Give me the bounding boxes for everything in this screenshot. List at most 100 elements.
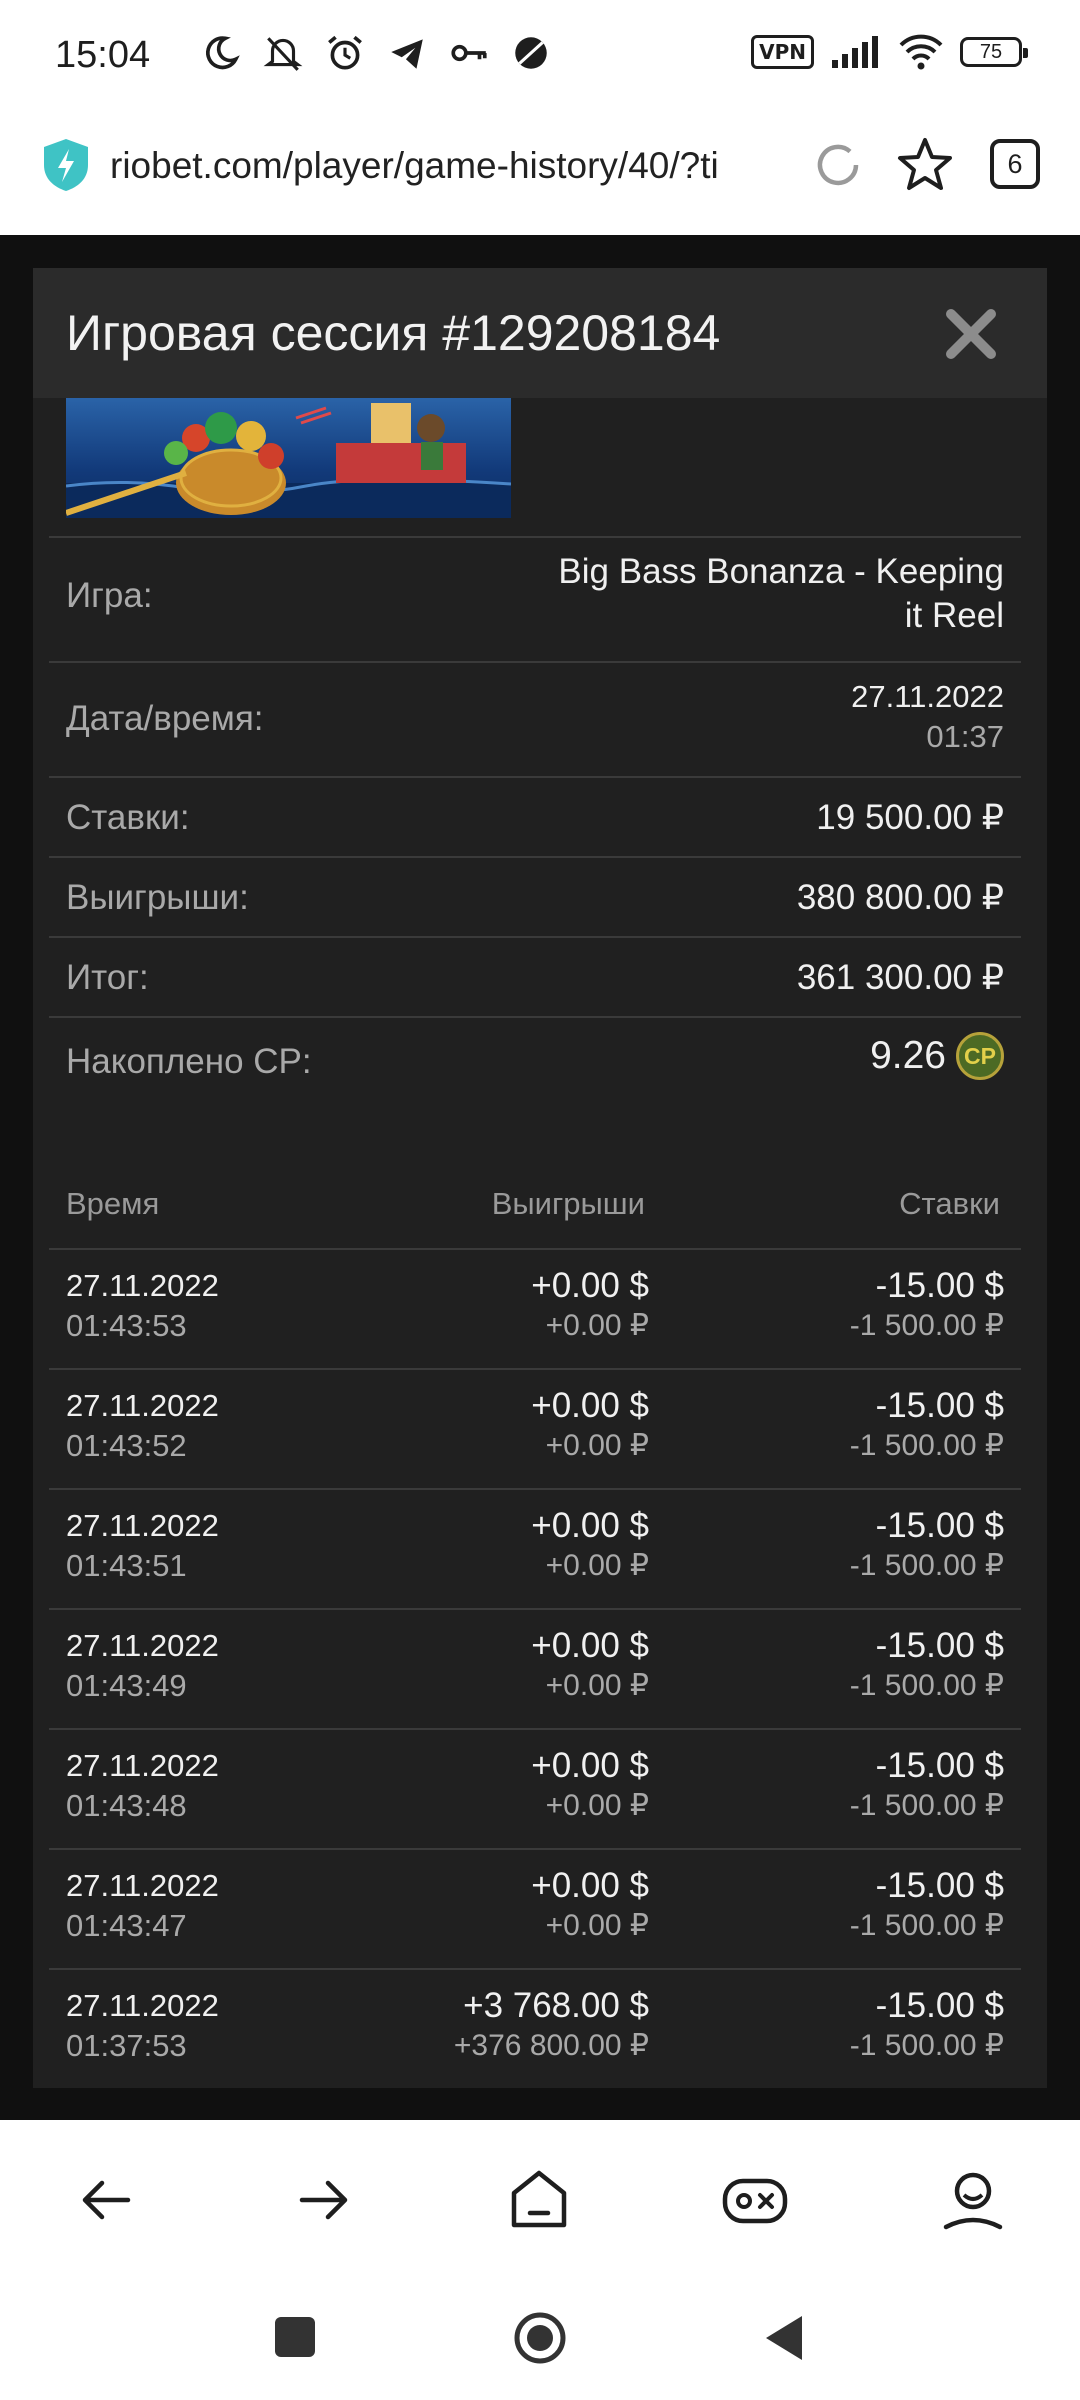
battery-indicator: 75 xyxy=(960,37,1028,67)
detail-value: 9.26 CP xyxy=(870,1032,1004,1080)
row-win-rub: +376 800.00 ₽ xyxy=(453,2029,649,2062)
row-time: 01:37:53 xyxy=(66,2028,187,2063)
browser-url-bar: riobet.com/player/game-history/40/?ti 6 xyxy=(0,115,1080,235)
row-date: 27.11.2022 xyxy=(66,1628,219,1663)
detail-value: 27.11.2022 xyxy=(851,679,1004,714)
row-win-rub: +0.00 ₽ xyxy=(545,1309,649,1342)
tab-count-button[interactable]: 6 xyxy=(990,139,1040,189)
row-win-rub: +0.00 ₽ xyxy=(545,1429,649,1462)
col-header-bets: Ставки xyxy=(899,1186,1000,1221)
status-icons-right: VPN 75 xyxy=(751,33,1028,71)
profile-icon[interactable] xyxy=(938,2165,1008,2235)
table-row: 27.11.2022 01:43:47 +0.00 $ +0.00 ₽ -15.00 $… xyxy=(49,1848,1021,1968)
detail-value-line2: it Reel xyxy=(904,596,1004,635)
detail-label: Ставки: xyxy=(66,798,190,837)
telegram-icon xyxy=(391,39,423,69)
detail-label: Игра: xyxy=(66,576,153,615)
shield-icon[interactable] xyxy=(40,137,92,193)
cp-value: 9.26 xyxy=(870,1034,946,1077)
row-time: 01:43:53 xyxy=(66,1308,187,1343)
row-win-usd: +3 768.00 $ xyxy=(463,1986,649,2025)
table-row: 27.11.2022 01:43:48 +0.00 $ +0.00 ₽ -15.00 $… xyxy=(49,1728,1021,1848)
moon-icon xyxy=(206,36,240,70)
row-win-usd: +0.00 $ xyxy=(531,1746,649,1785)
modal-header: Игровая сессия #129208184 xyxy=(33,268,1047,398)
detail-value: 380 800.00 ₽ xyxy=(796,878,1004,917)
browser-bottom-nav xyxy=(0,2120,1080,2280)
row-win-usd: +0.00 $ xyxy=(531,1266,649,1305)
bookmark-star-icon[interactable] xyxy=(895,135,955,195)
row-bet-usd: -15.00 $ xyxy=(875,1986,1004,2025)
row-win-rub: +0.00 ₽ xyxy=(545,1909,649,1942)
col-header-wins: Выигрыши xyxy=(491,1186,645,1221)
detail-value: 19 500.00 ₽ xyxy=(816,798,1004,837)
row-bet-usd: -15.00 $ xyxy=(875,1866,1004,1905)
row-time: 01:43:51 xyxy=(66,1548,187,1583)
row-bet-rub: -1 500.00 ₽ xyxy=(849,1669,1004,1702)
detail-label: Дата/время: xyxy=(66,699,264,738)
close-icon[interactable] xyxy=(943,306,999,362)
col-header-time: Время xyxy=(66,1186,160,1221)
row-bet-usd: -15.00 $ xyxy=(875,1746,1004,1785)
detail-label: Накоплено CP: xyxy=(66,1042,312,1081)
system-nav-bar xyxy=(0,2280,1080,2400)
modal-title: Игровая сессия #129208184 xyxy=(66,305,721,361)
row-time: 01:43:48 xyxy=(66,1788,187,1823)
detail-row-cp: Накоплено CP: 9.26 CP xyxy=(49,1016,1021,1102)
row-date: 27.11.2022 xyxy=(66,1868,219,1903)
row-bet-usd: -15.00 $ xyxy=(875,1386,1004,1425)
url-text[interactable]: riobet.com/player/game-history/40/?ti xyxy=(110,145,780,187)
table-row: 27.11.2022 01:43:49 +0.00 $ +0.00 ₽ -15.00 $… xyxy=(49,1608,1021,1728)
row-time: 01:43:47 xyxy=(66,1908,187,1943)
status-icons-left xyxy=(200,32,552,74)
row-time: 01:43:52 xyxy=(66,1428,187,1463)
cp-badge-icon: CP xyxy=(956,1032,1004,1080)
row-bet-rub: -1 500.00 ₽ xyxy=(849,1309,1004,1342)
row-win-rub: +0.00 ₽ xyxy=(545,1549,649,1582)
detail-row-game: Игра: Big Bass Bonanza - Keeping it Reel xyxy=(49,536,1021,661)
table-row: 27.11.2022 01:43:52 +0.00 $ +0.00 ₽ -15.00 $… xyxy=(49,1368,1021,1488)
row-bet-usd: -15.00 $ xyxy=(875,1626,1004,1665)
wifi-icon xyxy=(899,34,943,70)
game-banner-image xyxy=(66,398,511,518)
row-win-usd: +0.00 $ xyxy=(531,1506,649,1545)
blocked-icon xyxy=(515,37,547,69)
key-icon xyxy=(451,44,487,62)
row-win-usd: +0.00 $ xyxy=(531,1626,649,1665)
row-win-usd: +0.00 $ xyxy=(531,1386,649,1425)
table-row: 27.11.2022 01:37:53 +3 768.00 $ +376 800.00… xyxy=(49,1968,1021,2088)
status-bar: 15:04 VPN 75 xyxy=(0,0,1080,115)
table-row: 27.11.2022 01:43:51 +0.00 $ +0.00 ₽ -15.00 $… xyxy=(49,1488,1021,1608)
row-win-rub: +0.00 ₽ xyxy=(545,1789,649,1822)
detail-row-bets: Ставки: 19 500.00 ₽ xyxy=(49,776,1021,856)
modal-body: Игра: Big Bass Bonanza - Keeping it Reel… xyxy=(33,398,1033,2088)
signal-icon xyxy=(832,36,878,68)
row-bet-usd: -15.00 $ xyxy=(875,1506,1004,1545)
back-button-icon[interactable] xyxy=(762,2312,806,2364)
reload-icon[interactable] xyxy=(810,137,866,193)
back-icon[interactable] xyxy=(72,2165,142,2235)
row-date: 27.11.2022 xyxy=(66,1988,219,2023)
detail-value: 361 300.00 ₽ xyxy=(796,958,1004,997)
row-bet-rub: -1 500.00 ₽ xyxy=(849,1429,1004,1462)
detail-label: Выигрыши: xyxy=(66,878,249,917)
detail-value: Big Bass Bonanza - Keeping xyxy=(558,552,1004,591)
game-icon[interactable] xyxy=(720,2165,790,2235)
detail-row-total: Итог: 361 300.00 ₽ xyxy=(49,936,1021,1016)
forward-icon[interactable] xyxy=(288,2165,358,2235)
home-icon[interactable] xyxy=(504,2165,574,2235)
row-date: 27.11.2022 xyxy=(66,1268,219,1303)
home-button-icon[interactable] xyxy=(512,2310,568,2366)
game-session-modal: Игровая сессия #129208184 Игра: Big Bass… xyxy=(33,268,1047,2088)
status-time: 15:04 xyxy=(55,34,151,76)
row-bet-rub: -1 500.00 ₽ xyxy=(849,1549,1004,1582)
row-bet-rub: -1 500.00 ₽ xyxy=(849,1909,1004,1942)
detail-value-line2: 01:37 xyxy=(926,719,1004,754)
table-row: 27.11.2022 01:43:53 +0.00 $ +0.00 ₽ -15.00 $… xyxy=(49,1248,1021,1368)
alarm-icon xyxy=(328,35,362,70)
row-date: 27.11.2022 xyxy=(66,1748,219,1783)
row-win-rub: +0.00 ₽ xyxy=(545,1669,649,1702)
recents-button[interactable] xyxy=(275,2317,315,2357)
detail-label: Итог: xyxy=(66,958,149,997)
detail-row-datetime: Дата/время: 27.11.2022 01:37 xyxy=(49,661,1021,776)
